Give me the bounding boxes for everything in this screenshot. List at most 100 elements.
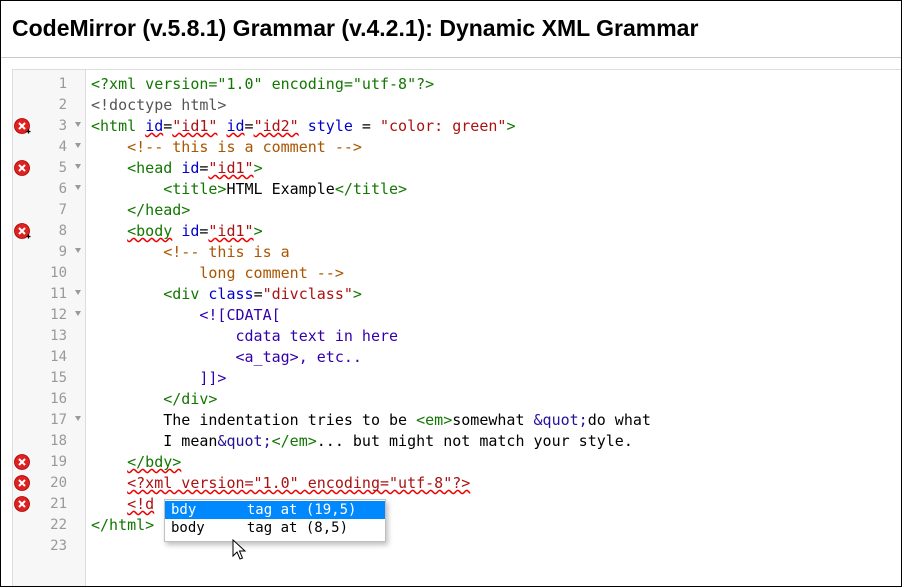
code-token: =: [163, 117, 173, 135]
fold-arrow-icon[interactable]: [75, 143, 81, 148]
code-token: cdata text in here: [235, 327, 399, 345]
line-number: 6: [58, 181, 67, 197]
line-number: 14: [50, 349, 67, 365]
error-circle-icon[interactable]: [14, 496, 31, 513]
code-line[interactable]: 16 </div>: [50, 389, 901, 410]
code-token: <!-- this is a: [163, 243, 290, 261]
code-token: &quot;: [533, 411, 588, 429]
code-line-text: The indentation tries to be <em>somewhat…: [91, 410, 651, 431]
code-line-text: <body id="id1">: [91, 221, 262, 242]
code-line-text: </head>: [91, 200, 190, 221]
code-token: <!doctype html>: [91, 96, 227, 114]
page-title: CodeMirror (v.5.8.1) Grammar (v.4.2.1): …: [12, 15, 699, 41]
code-line[interactable]: 5 <head id="id1">: [14, 158, 901, 179]
fold-arrow-icon[interactable]: [75, 122, 81, 127]
fold-arrow-icon[interactable]: [75, 185, 81, 190]
code-line[interactable]: 13 cdata text in here: [50, 326, 901, 347]
code-line[interactable]: 18 I mean&quot;</em>... but might not ma…: [50, 431, 901, 452]
fold-arrow-icon[interactable]: [75, 164, 81, 169]
code-line[interactable]: 6 <title>HTML Example</title>: [59, 179, 901, 200]
fold-arrow-icon[interactable]: [75, 290, 81, 295]
code-line[interactable]: 15 ]]>: [50, 368, 901, 389]
code-token: </title>: [334, 180, 408, 198]
code-line-text: <a_tag>, etc..: [91, 347, 362, 368]
error-circle-plus-icon[interactable]: [14, 118, 31, 135]
autocomplete-option[interactable]: bdy tag at (19,5): [165, 501, 385, 519]
code-token: I mean: [91, 432, 218, 450]
line-number: 7: [58, 202, 67, 218]
code-token: <div: [163, 285, 209, 303]
code-line[interactable]: 1 <?xml version="1.0" encoding="utf-8"?>: [59, 74, 901, 95]
code-token: "id1": [172, 117, 218, 135]
code-editor[interactable]: 1 <?xml version="1.0" encoding="utf-8"?> 2…: [12, 69, 901, 586]
autocomplete-option[interactable]: body tag at (8,5): [165, 519, 385, 537]
code-line[interactable]: 3 <html id="id1" id="id2" style = "color:…: [14, 116, 901, 137]
code-line-text: <!-- this is a: [91, 242, 290, 263]
code-token: </div>: [163, 390, 218, 408]
code-token: HTML Example: [226, 180, 335, 198]
code-token: <![CDATA[: [199, 306, 281, 324]
code-token: <!d: [127, 495, 155, 513]
line-number: 10: [50, 265, 67, 281]
code-token: <body: [127, 222, 173, 240]
code-line[interactable]: 17 The indentation tries to be <em>somew…: [50, 410, 901, 431]
code-line[interactable]: 20 <?xml version="1.0" encoding="utf-8"?…: [14, 473, 901, 494]
code-line-text: <![CDATA[: [91, 305, 281, 326]
code-token: <!-- this is a comment -->: [127, 138, 362, 156]
fold-arrow-icon[interactable]: [75, 311, 81, 316]
fold-arrow-icon[interactable]: [75, 416, 81, 421]
code-line[interactable]: 9 <!-- this is a: [59, 242, 901, 263]
code-token: =: [244, 117, 254, 135]
code-token: <title>: [163, 180, 227, 198]
code-token: >: [352, 285, 362, 303]
code-token: id: [145, 117, 164, 135]
error-circle-icon[interactable]: [14, 160, 31, 177]
code-token: </html>: [91, 516, 155, 534]
code-line-text: <title>HTML Example</title>: [91, 179, 407, 200]
code-line[interactable]: 10 long comment -->: [50, 263, 901, 284]
fold-arrow-icon[interactable]: [75, 248, 81, 253]
code-line[interactable]: 7 </head>: [59, 200, 901, 221]
code-line[interactable]: 14 <a_tag>, etc..: [50, 347, 901, 368]
line-number: 22: [50, 517, 67, 533]
error-circle-icon[interactable]: [14, 454, 31, 471]
code-token: >: [506, 117, 516, 135]
code-line[interactable]: 4 <!-- this is a comment -->: [59, 137, 901, 158]
code-token: <?xml version="1.0" encoding="utf-8"?>: [127, 474, 471, 492]
code-token: The indentation tries to be: [91, 411, 417, 429]
line-number: 18: [50, 433, 67, 449]
code-line[interactable]: 19 </bdy>: [14, 452, 901, 473]
code-line-text: <!-- this is a comment -->: [91, 137, 362, 158]
code-token: "divclass": [262, 285, 353, 303]
code-line-text: <!d: [91, 494, 154, 515]
line-number: 1: [58, 76, 67, 92]
code-line[interactable]: 11 <div class="divclass">: [50, 284, 901, 305]
code-token: <a_tag>, etc..: [235, 348, 362, 366]
code-token: </bdy>: [127, 453, 182, 471]
line-number: 2: [58, 97, 67, 113]
code-line[interactable]: 12 <![CDATA[: [50, 305, 901, 326]
code-line-text: <?xml version="1.0" encoding="utf-8"?>: [91, 473, 470, 494]
code-line[interactable]: 8 <body id="id1">: [14, 221, 901, 242]
autocomplete-popup[interactable]: bdy tag at (19,5) body tag at (8,5): [164, 499, 386, 542]
code-line[interactable]: 2 <!doctype html>: [59, 95, 901, 116]
error-circle-plus-icon[interactable]: [14, 223, 31, 240]
code-token: <html: [91, 117, 146, 135]
line-number: 9: [58, 244, 67, 260]
code-token: ... but might not match your style.: [316, 432, 633, 450]
error-circle-icon[interactable]: [14, 475, 31, 492]
code-token: "id2": [253, 117, 299, 135]
code-token: =: [253, 285, 263, 303]
